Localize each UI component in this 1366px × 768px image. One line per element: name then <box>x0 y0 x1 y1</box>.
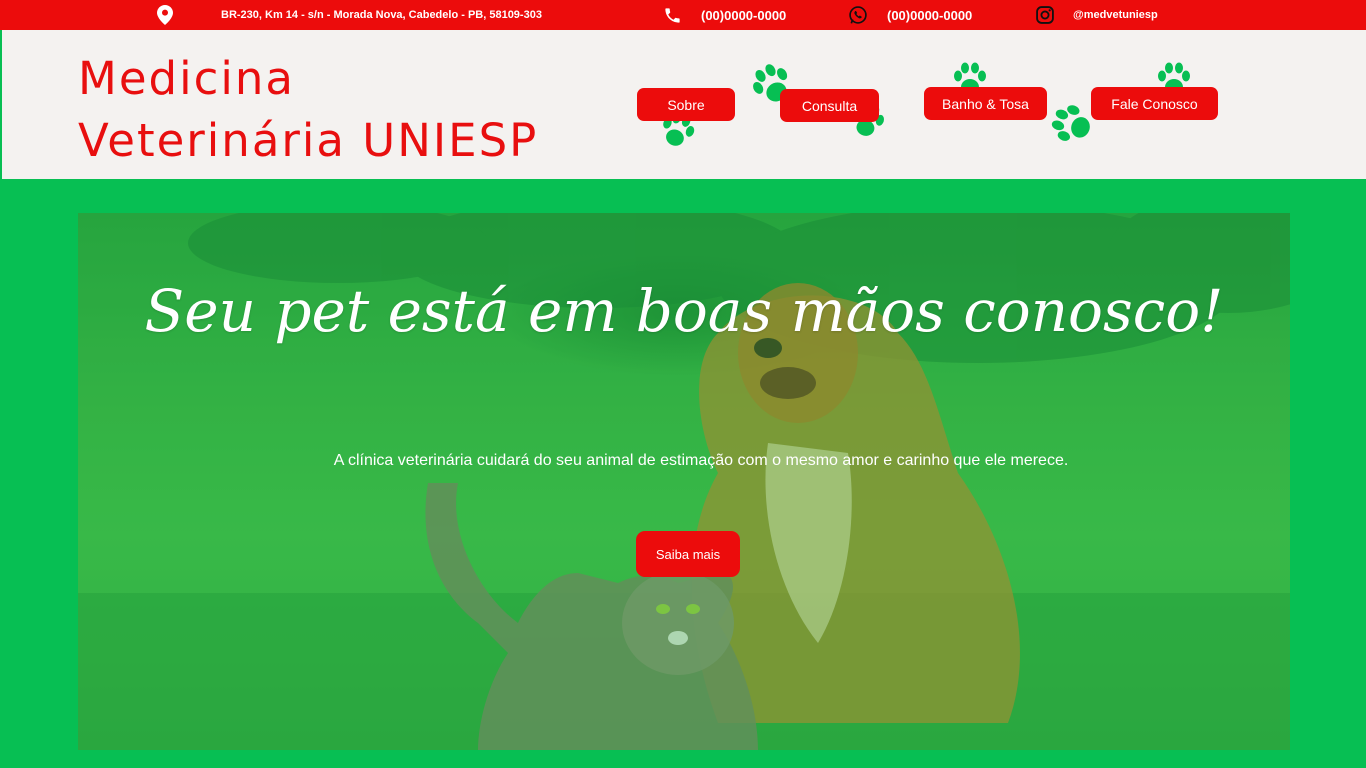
instagram-handle[interactable]: @medvetuniesp <box>1073 0 1158 30</box>
hero-title: Seu pet está em boas mãos conosco! <box>144 277 1224 345</box>
hero-banner: Seu pet está em boas mãos conosco! A clí… <box>78 213 1290 750</box>
phone-icon <box>663 0 682 30</box>
nav-button-banho-tosa[interactable]: Banho & Tosa <box>924 87 1047 120</box>
site-header: Medicina Veterinária UNIESP Sobre Consul… <box>2 30 1366 179</box>
nav-button-fale-conosco[interactable]: Fale Conosco <box>1091 87 1218 120</box>
saiba-mais-button[interactable]: Saiba mais <box>636 531 740 577</box>
hero-subtitle: A clínica veterinária cuidará do seu ani… <box>333 452 1069 469</box>
nav-button-sobre[interactable]: Sobre <box>637 88 735 121</box>
brand-line-1: Medicina <box>78 52 295 105</box>
top-info-bar: BR-230, Km 14 - s/n - Morada Nova, Cabed… <box>0 0 1366 30</box>
whatsapp-icon <box>848 0 868 30</box>
whatsapp-number[interactable]: (00)0000-0000 <box>887 0 972 30</box>
phone-number[interactable]: (00)0000-0000 <box>701 0 786 30</box>
instagram-icon <box>1035 0 1055 30</box>
location-pin-icon <box>157 0 173 30</box>
brand-line-2: Veterinária UNIESP <box>78 114 539 167</box>
nav-button-consulta[interactable]: Consulta <box>780 89 879 122</box>
site-brand[interactable]: Medicina Veterinária UNIESP <box>78 48 538 172</box>
address-text: BR-230, Km 14 - s/n - Morada Nova, Cabed… <box>221 9 542 21</box>
